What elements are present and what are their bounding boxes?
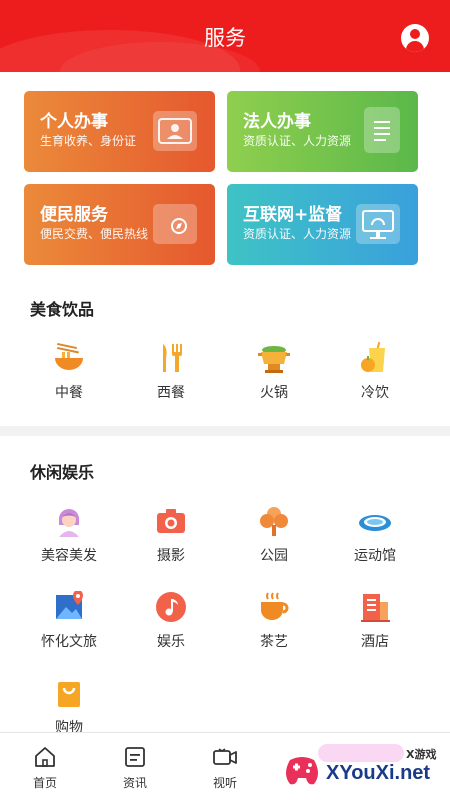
grid-item-hotpot[interactable]: 火锅 bbox=[224, 342, 324, 412]
gamepad-icon bbox=[282, 750, 322, 790]
grid-item-label: 中餐 bbox=[55, 385, 83, 401]
watermark-glow bbox=[318, 744, 404, 762]
food-section-title: 美食饮品 bbox=[30, 300, 95, 319]
id-card-icon bbox=[153, 111, 197, 151]
watermark-logo: X游戏 XYouXi.net bbox=[278, 742, 450, 800]
card-subtitle: 资质认证、人力资源 bbox=[243, 227, 352, 241]
card-title: 便民服务 bbox=[40, 205, 108, 225]
grid-item-chinese-food[interactable]: 中餐 bbox=[19, 342, 119, 412]
grid-item-tea-art[interactable]: 茶艺 bbox=[224, 591, 324, 661]
grid-item-stadium[interactable]: 运动馆 bbox=[325, 505, 425, 575]
tab-label: 首页 bbox=[32, 776, 57, 790]
map-pin-icon bbox=[53, 590, 85, 623]
grid-item-label: 运动馆 bbox=[354, 548, 396, 564]
music-note-icon bbox=[155, 591, 187, 623]
monitor-icon bbox=[356, 204, 400, 244]
hotel-building-icon bbox=[359, 591, 391, 623]
grid-item-entertainment[interactable]: 娱乐 bbox=[121, 591, 221, 661]
hotpot-icon bbox=[258, 342, 290, 374]
card-subtitle: 便民交费、便民热线 bbox=[40, 227, 149, 241]
grid-item-huaihua-tourism[interactable]: 怀化文旅 bbox=[19, 590, 119, 661]
card-title: 法人办事 bbox=[243, 112, 311, 132]
tab-news[interactable]: 资讯 bbox=[90, 733, 180, 800]
grid-item-park[interactable]: 公园 bbox=[224, 505, 324, 575]
tree-icon bbox=[258, 505, 290, 537]
legal-affairs-card[interactable]: 法人办事 资质认证、人力资源 bbox=[227, 91, 418, 172]
stadium-icon bbox=[359, 505, 391, 537]
news-icon bbox=[123, 745, 147, 769]
app-header: 服务 bbox=[0, 0, 450, 72]
grid-item-photography[interactable]: 摄影 bbox=[121, 505, 221, 575]
camera-icon bbox=[155, 505, 187, 537]
tab-label: 视听 bbox=[212, 776, 237, 790]
grid-item-label: 娱乐 bbox=[157, 634, 185, 650]
grid-item-label: 火锅 bbox=[260, 385, 288, 401]
leisure-section-title: 休闲娱乐 bbox=[30, 463, 95, 482]
home-icon bbox=[33, 745, 57, 769]
grid-item-label: 西餐 bbox=[157, 385, 185, 401]
grid-item-beauty-salon[interactable]: 美容美发 bbox=[19, 505, 119, 575]
card-subtitle: 资质认证、人力资源 bbox=[243, 134, 352, 148]
watermark-text: XYouXi.net bbox=[326, 762, 431, 784]
grid-item-label: 公园 bbox=[260, 548, 288, 564]
internet-supervision-card[interactable]: 互联网+监督 资质认证、人力资源 bbox=[227, 184, 418, 265]
card-title: 个人办事 bbox=[40, 112, 108, 132]
shopping-bag-icon bbox=[53, 677, 85, 709]
cold-drink-icon bbox=[359, 341, 391, 374]
watermark-top-text: X游戏 bbox=[406, 748, 437, 761]
grid-item-cold-drink[interactable]: 冷饮 bbox=[325, 341, 425, 412]
tea-cup-icon bbox=[258, 591, 290, 623]
beauty-salon-icon bbox=[53, 505, 85, 537]
grid-item-western-food[interactable]: 西餐 bbox=[121, 342, 221, 412]
convenience-service-card[interactable]: 便民服务 便民交费、便民热线 bbox=[24, 184, 215, 265]
card-subtitle: 生育收养、身份证 bbox=[40, 134, 137, 148]
grid-item-label: 摄影 bbox=[157, 548, 185, 564]
personal-affairs-card[interactable]: 个人办事 生育收养、身份证 bbox=[24, 91, 215, 172]
page-title: 服务 bbox=[204, 26, 246, 50]
tab-home[interactable]: 首页 bbox=[0, 733, 90, 800]
noodle-bowl-icon bbox=[53, 342, 85, 374]
grid-item-label: 冷饮 bbox=[361, 385, 389, 401]
grid-item-label: 茶艺 bbox=[260, 634, 288, 650]
grid-item-label: 美容美发 bbox=[41, 548, 97, 564]
user-profile-icon[interactable] bbox=[401, 24, 429, 52]
card-title: 互联网+监督 bbox=[243, 205, 343, 225]
grid-item-hotel[interactable]: 酒店 bbox=[325, 591, 425, 661]
document-icon bbox=[364, 107, 400, 153]
grid-item-label: 酒店 bbox=[361, 634, 389, 650]
folder-compass-icon bbox=[153, 204, 197, 244]
video-camera-icon bbox=[213, 745, 237, 769]
grid-item-label: 怀化文旅 bbox=[41, 634, 97, 650]
tab-label: 资讯 bbox=[122, 776, 147, 790]
fork-knife-icon bbox=[155, 342, 187, 374]
tab-audiovisual[interactable]: 视听 bbox=[180, 733, 270, 800]
